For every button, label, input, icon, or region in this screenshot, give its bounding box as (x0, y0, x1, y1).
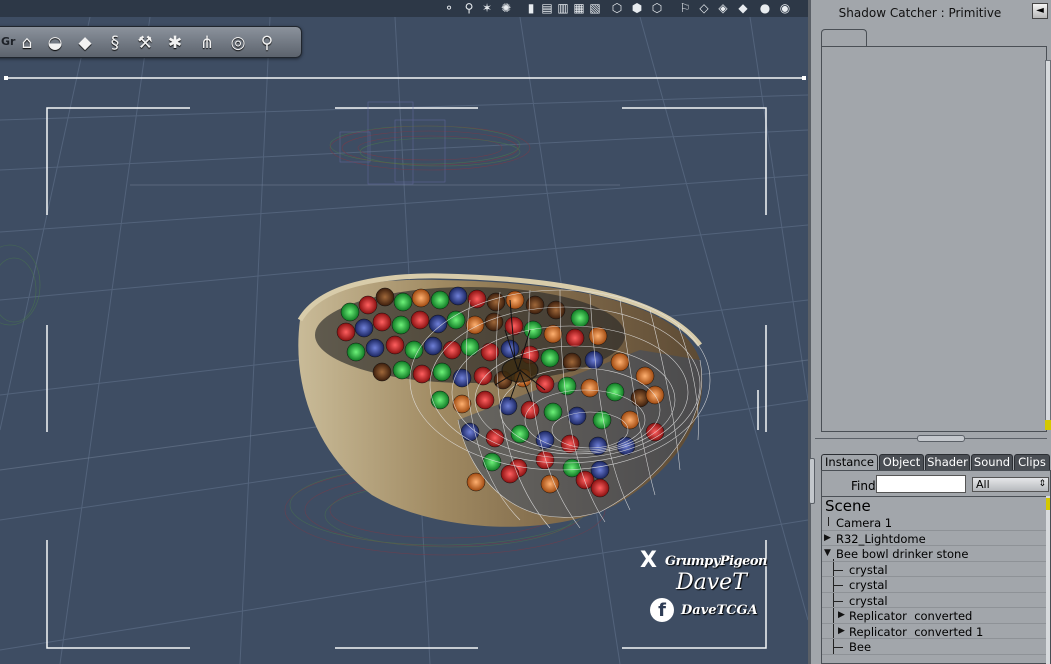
tree-branch-line (834, 569, 843, 571)
sphere-lit-icon[interactable]: ◉ (778, 1, 792, 15)
x-logo-icon: X (640, 548, 657, 573)
watermark-handle: GrumpyPigeon (665, 554, 768, 569)
scene-tree: Scene Camera 1 ▶ R32_Lightdome ▼ Bee bowl dr… (821, 496, 1051, 664)
view-5-icon[interactable]: ▧ (588, 1, 602, 15)
instance-tabs: Instance Object Shader Sound Clips (821, 454, 1051, 470)
watermark-fb-handle: DaveTCGA (681, 603, 758, 618)
viewport-toolbar: ⚬ ⚲ ✶ ✺ ▮ ▤ ▥ ▦ ▧ ⬡ ⬢ ⬡ ⚐ ◇ ◈ ◆ ● ◉ (0, 0, 808, 17)
tree-scroll-marker (1046, 498, 1050, 510)
properties-title: Shadow Catcher : Primitive (838, 6, 1002, 20)
bone-tool-icon[interactable]: ⚲ (255, 31, 279, 55)
spring-icon[interactable]: § (103, 31, 127, 55)
cube-shaded-icon[interactable]: ⬡ (650, 1, 664, 15)
hierarchy-icon[interactable]: ⋔ (195, 31, 219, 55)
facebook-logo-icon: f (650, 598, 674, 622)
filter-select[interactable]: All ⇕ (972, 477, 1049, 492)
tree-branch-line (834, 647, 843, 648)
tree-item[interactable]: ▼ Bee bowl drinker stone (822, 546, 1050, 562)
hammer-icon[interactable]: ⚒ (133, 31, 157, 55)
collapsed-arrow-icon[interactable]: ▶ (824, 533, 831, 543)
tab-shader[interactable]: Shader (925, 454, 970, 470)
target-icon[interactable]: ◎ (226, 31, 250, 55)
tool-strip-prefix: Gr (1, 35, 16, 48)
box-icon[interactable]: ◈ (716, 1, 730, 15)
tree-item-label: crystal (849, 593, 888, 608)
view-2-icon[interactable]: ▤ (540, 1, 554, 15)
tree-item[interactable]: Bee (822, 639, 1050, 655)
splitter-grip[interactable] (917, 435, 965, 442)
cube-hidden-icon[interactable]: ⬢ (630, 1, 644, 15)
camera-icon[interactable]: ✱ (163, 31, 187, 55)
expanded-arrow-icon[interactable]: ▼ (824, 548, 831, 558)
properties-header: Shadow Catcher : Primitive ◄ (811, 0, 1051, 26)
target-icon[interactable]: ✺ (499, 1, 513, 15)
bowl-icon[interactable]: ◒ (43, 31, 67, 55)
collapsed-arrow-icon[interactable]: ▶ (838, 610, 845, 620)
tree-branch-line (834, 600, 843, 602)
tree-branch-line (834, 585, 843, 586)
node-icon[interactable]: ⚬ (442, 1, 456, 15)
watermark-signature: DaveT (676, 570, 747, 595)
tree-item[interactable]: crystal (822, 577, 1050, 593)
bone-icon[interactable]: ⚐ (678, 1, 692, 15)
properties-body (821, 46, 1047, 432)
box-wire-icon[interactable]: ◇ (697, 1, 711, 15)
bucket-icon[interactable]: ◆ (73, 31, 97, 55)
shadow-wire-top (329, 125, 531, 171)
cube-wire-icon[interactable]: ⬡ (610, 1, 624, 15)
app-window: ⚬ ⚲ ✶ ✺ ▮ ▤ ▥ ▦ ▧ ⬡ ⬢ ⬡ ⚐ ◇ ◈ ◆ ● ◉ Gr ⌂ ◒ ◆ § ⚒ ✱ ⋔ ◎ ⚲ … (0, 0, 1051, 664)
watermark: X GrumpyPigeon DaveT f DaveTCGA (638, 548, 768, 628)
tab-instance[interactable]: Instance (821, 454, 878, 470)
view-3-icon[interactable]: ▥ (556, 1, 570, 15)
tree-item-label: crystal (849, 578, 888, 592)
side-drag-handle[interactable] (809, 458, 815, 504)
joint-icon[interactable]: ⚲ (462, 1, 476, 15)
properties-tab[interactable] (821, 29, 867, 47)
tree-item-label: Camera 1 (836, 516, 893, 530)
collapsed-arrow-icon[interactable]: ▶ (838, 626, 845, 636)
find-input[interactable] (876, 475, 966, 493)
figure-icon[interactable]: ✶ (480, 1, 494, 15)
tree-item-label: Replicator converted 1 (849, 624, 984, 639)
view-single-icon[interactable]: ▮ (524, 1, 538, 15)
tree-item[interactable]: ▶ Replicator converted (822, 608, 1050, 624)
select-arrow-icon: ⇕ (1038, 479, 1046, 489)
tree-item-label: Bee bowl drinker stone (836, 547, 969, 561)
tree-item[interactable]: ▶ R32_Lightdome (822, 531, 1050, 546)
tree-item[interactable]: crystal (822, 593, 1050, 608)
tree-item[interactable]: crystal (822, 562, 1050, 577)
tree-item-label: crystal (849, 562, 888, 577)
tree-item-label: Bee (849, 640, 872, 654)
tree-root-scene[interactable]: Scene (825, 497, 871, 515)
tree-item[interactable]: ▶ Replicator converted 1 (822, 624, 1050, 639)
sphere-icon[interactable]: ● (758, 1, 772, 15)
tab-object[interactable]: Object (879, 454, 924, 470)
tree-scrollbar[interactable] (1046, 496, 1050, 664)
right-panel: Shadow Catcher : Primitive ◄ Instance Ob… (808, 0, 1051, 664)
home-icon[interactable]: ⌂ (15, 31, 39, 55)
properties-scroll-marker (1045, 420, 1051, 430)
tool-strip: Gr ⌂ ◒ ◆ § ⚒ ✱ ⋔ ◎ ⚲ (0, 26, 302, 58)
tree-item-label: Replicator converted (849, 609, 973, 623)
filter-select-value: All (976, 478, 990, 491)
view-4-icon[interactable]: ▦ (572, 1, 586, 15)
properties-scrollbar[interactable] (1045, 60, 1051, 430)
3d-viewport[interactable]: ⚬ ⚲ ✶ ✺ ▮ ▤ ▥ ▦ ▧ ⬡ ⬢ ⬡ ⚐ ◇ ◈ ◆ ● ◉ Gr ⌂ ◒ ◆ § ⚒ ✱ ⋔ ◎ ⚲ … (0, 0, 808, 664)
tab-sound[interactable]: Sound (971, 454, 1013, 470)
cube-solid-icon[interactable]: ◆ (736, 1, 750, 15)
panel-splitter[interactable] (811, 434, 1051, 443)
collapse-arrow-icon[interactable]: ◄ (1032, 3, 1048, 19)
find-row: Find: All ⇕ (821, 470, 1051, 496)
tree-item[interactable]: Camera 1 (822, 515, 1050, 531)
tree-item-label: R32_Lightdome (836, 531, 926, 546)
tab-clips[interactable]: Clips (1014, 454, 1050, 470)
